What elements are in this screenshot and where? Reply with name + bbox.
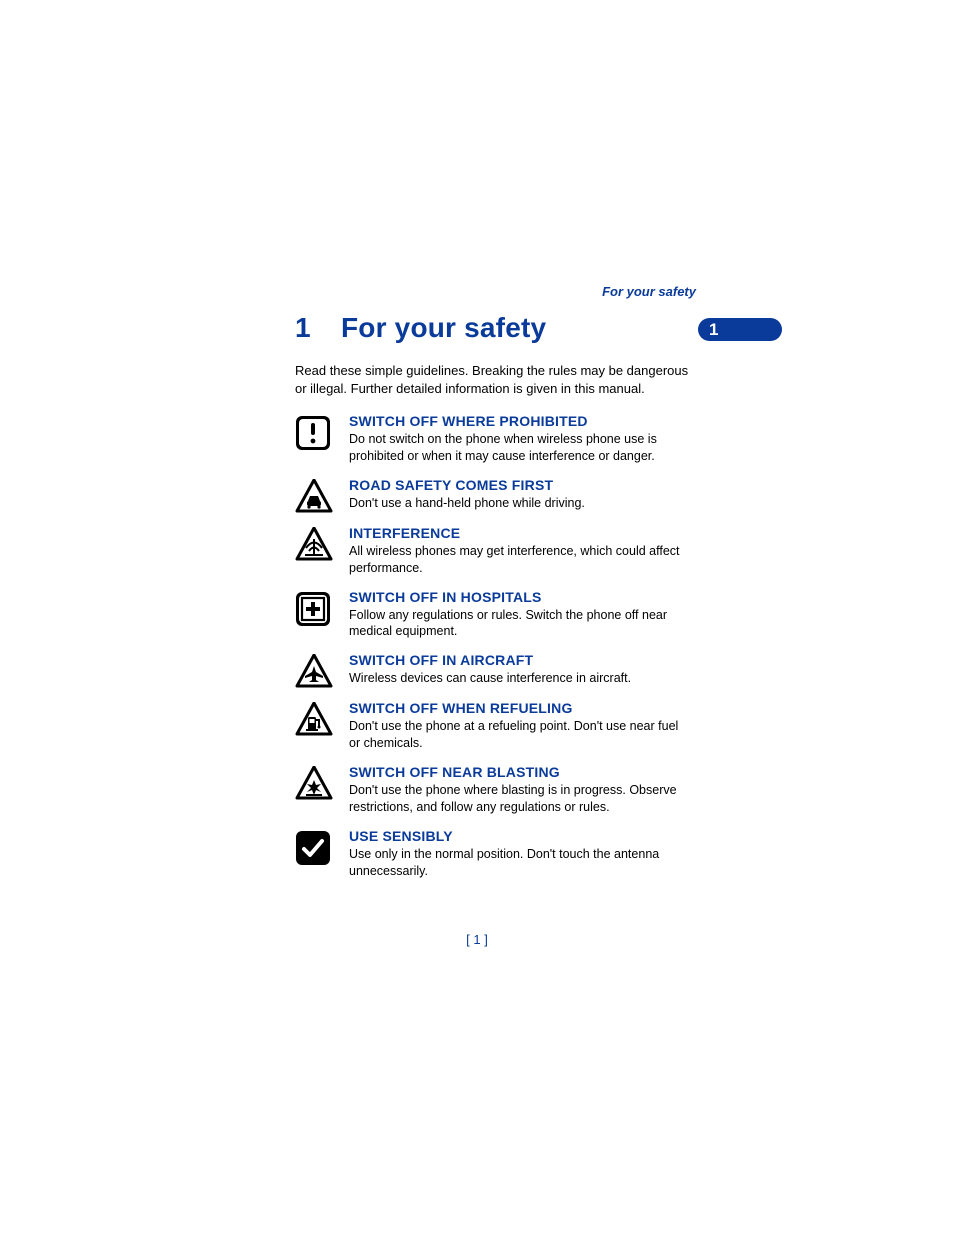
item-body: Don't use the phone at a refueling point…: [349, 718, 689, 752]
item-title: ROAD SAFETY COMES FIRST: [349, 477, 689, 493]
badge-number: 1: [709, 319, 718, 341]
item-body: Don't use a hand-held phone while drivin…: [349, 495, 689, 512]
safety-item: USE SENSIBLY Use only in the normal posi…: [295, 828, 784, 880]
safety-item: INTERFERENCE All wireless phones may get…: [295, 525, 784, 577]
safety-item: SWITCH OFF NEAR BLASTING Don't use the p…: [295, 764, 784, 816]
use-sensibly-icon: [295, 828, 349, 866]
item-title: SWITCH OFF NEAR BLASTING: [349, 764, 689, 780]
item-title: SWITCH OFF WHEN REFUELING: [349, 700, 689, 716]
manual-page: For your safety 1 1For your safety Read …: [0, 0, 954, 1235]
item-body: Follow any regulations or rules. Switch …: [349, 607, 689, 641]
running-header: For your safety: [602, 284, 696, 299]
section-badge: 1: [698, 318, 782, 341]
chapter-number: 1: [295, 312, 341, 344]
item-body: Do not switch on the phone when wireless…: [349, 431, 689, 465]
safety-item: SWITCH OFF IN AIRCRAFT Wireless devices …: [295, 652, 784, 688]
interference-icon: [295, 525, 349, 561]
safety-item: SWITCH OFF WHERE PROHIBITED Do not switc…: [295, 413, 784, 465]
safety-item: SWITCH OFF WHEN REFUELING Don't use the …: [295, 700, 784, 752]
prohibited-icon: [295, 413, 349, 451]
item-body: Don't use the phone where blasting is in…: [349, 782, 689, 816]
page-number: [ 1 ]: [0, 932, 954, 947]
hospital-icon: [295, 589, 349, 627]
road-safety-icon: [295, 477, 349, 513]
item-title: SWITCH OFF IN AIRCRAFT: [349, 652, 689, 668]
item-body: Use only in the normal position. Don't t…: [349, 846, 689, 880]
item-title: USE SENSIBLY: [349, 828, 689, 844]
item-body: All wireless phones may get interference…: [349, 543, 689, 577]
item-title: INTERFERENCE: [349, 525, 689, 541]
fuel-icon: [295, 700, 349, 736]
safety-item: SWITCH OFF IN HOSPITALS Follow any regul…: [295, 589, 784, 641]
item-title: SWITCH OFF WHERE PROHIBITED: [349, 413, 689, 429]
intro-paragraph: Read these simple guidelines. Breaking t…: [295, 362, 695, 397]
item-body: Wireless devices can cause interference …: [349, 670, 689, 687]
item-title: SWITCH OFF IN HOSPITALS: [349, 589, 689, 605]
blasting-icon: [295, 764, 349, 800]
safety-item: ROAD SAFETY COMES FIRST Don't use a hand…: [295, 477, 784, 513]
chapter-title-text: For your safety: [341, 312, 546, 343]
aircraft-icon: [295, 652, 349, 688]
